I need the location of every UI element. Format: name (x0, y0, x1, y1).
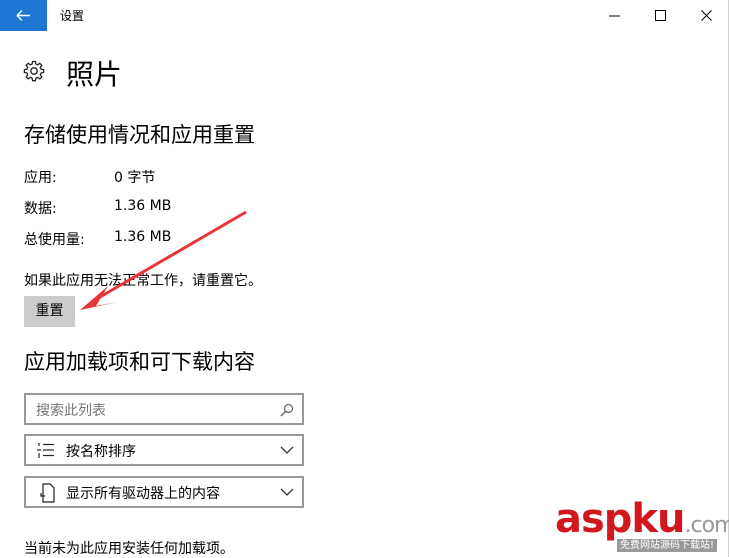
reset-hint-text: 如果此应用无法正常工作，请重置它。 (24, 273, 262, 289)
close-icon (701, 10, 712, 21)
maximize-button[interactable] (638, 0, 684, 31)
minimize-icon (609, 15, 620, 17)
addons-heading: 应用加载项和可下载内容 (24, 350, 255, 374)
window-title: 设置 (60, 9, 85, 23)
search-icon (280, 403, 294, 417)
drive-filter-label: 显示所有驱动器上的内容 (66, 486, 220, 502)
app-size-label: 应用: (24, 170, 57, 186)
total-usage-label: 总使用量: (24, 232, 85, 248)
minimize-button[interactable] (592, 0, 638, 31)
gear-icon (23, 60, 45, 82)
sort-label: 按名称排序 (66, 444, 136, 460)
app-size-value: 0 字节 (114, 170, 156, 186)
total-usage-value: 1.36 MB (114, 229, 172, 245)
search-placeholder: 搜索此列表 (36, 403, 106, 419)
back-arrow-icon (16, 10, 30, 21)
drive-document-icon (40, 483, 55, 503)
addons-status-text: 当前未为此应用安装任何加载项。 (24, 541, 234, 557)
chevron-down-icon (280, 488, 294, 496)
close-button[interactable] (684, 0, 729, 31)
drive-filter-dropdown[interactable]: 显示所有驱动器上的内容 (24, 476, 304, 508)
watermark-logo: aspku.com 免费网站源码下载站! (555, 497, 729, 553)
reset-button[interactable]: 重置 (24, 296, 75, 327)
maximize-icon (655, 10, 666, 21)
data-size-label: 数据: (24, 201, 57, 217)
sort-list-icon (37, 443, 54, 458)
data-size-value: 1.36 MB (114, 198, 172, 214)
back-button[interactable] (0, 0, 47, 31)
chevron-down-icon (280, 446, 294, 454)
storage-heading: 存储使用情况和应用重置 (24, 123, 255, 147)
title-bar: 设置 (0, 0, 729, 31)
search-input[interactable]: 搜索此列表 (24, 393, 304, 425)
watermark-tagline: 免费网站源码下载站! (617, 539, 718, 552)
sort-dropdown[interactable]: 按名称排序 (24, 434, 304, 466)
page-title: 照片 (66, 58, 123, 91)
